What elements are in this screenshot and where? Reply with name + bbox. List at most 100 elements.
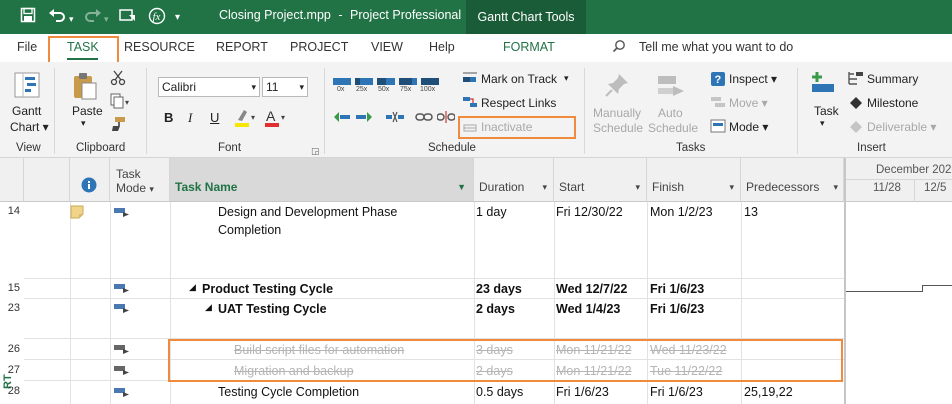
copy-icon[interactable]: ▾ bbox=[110, 93, 132, 112]
tab-format[interactable]: FORMAT bbox=[503, 40, 555, 54]
paste-dropdown-icon: ▾ bbox=[81, 118, 86, 128]
timescale-week-1: 11/28 bbox=[873, 182, 901, 194]
finish-cell: Fri 1/6/23 bbox=[650, 385, 703, 399]
task-name-line1: Design and Development Phase bbox=[218, 205, 398, 219]
indent-icon[interactable] bbox=[355, 110, 373, 127]
task-name: UAT Testing Cycle bbox=[218, 302, 327, 316]
font-dialog-launcher-icon[interactable]: ◲ bbox=[311, 146, 320, 157]
column-header-task-mode[interactable]: Task Mode ▾ bbox=[110, 158, 170, 202]
group-separator bbox=[324, 68, 325, 154]
timescale-tick bbox=[914, 179, 915, 202]
gantt-chart-area[interactable] bbox=[844, 202, 952, 404]
table-row[interactable]: 14 Design and Development Phase Completi… bbox=[8, 202, 844, 279]
finish-cell: Fri 1/6/23 bbox=[650, 282, 705, 296]
gantt-timescale: December 202 11/28 12/5 bbox=[844, 158, 952, 202]
paste-label: Paste bbox=[72, 104, 103, 118]
percent-100-button[interactable]: 100x bbox=[420, 86, 435, 93]
formula-icon[interactable]: fx bbox=[148, 7, 166, 30]
font-name-select[interactable]: Calibri ▾ bbox=[158, 77, 260, 97]
save-icon[interactable] bbox=[20, 7, 36, 28]
predecessors-dropdown-icon: ▾ bbox=[833, 182, 838, 192]
split-task-icon[interactable] bbox=[386, 110, 404, 127]
column-header-indicators[interactable] bbox=[70, 158, 110, 202]
group-label-view: View bbox=[16, 142, 41, 154]
column-header-finish[interactable]: Finish ▾ bbox=[647, 158, 741, 202]
tab-resource[interactable]: RESOURCE bbox=[124, 40, 195, 54]
bold-button[interactable]: B bbox=[164, 110, 173, 125]
select-all-corner[interactable] bbox=[0, 158, 24, 202]
tab-help[interactable]: Help bbox=[429, 40, 455, 54]
column-header-predecessors[interactable]: Predecessors ▾ bbox=[741, 158, 844, 202]
group-separator bbox=[146, 68, 147, 154]
percent-25-button[interactable]: 25x bbox=[356, 86, 367, 93]
outdent-icon[interactable] bbox=[333, 110, 351, 127]
touch-mode-icon[interactable] bbox=[119, 7, 137, 28]
highlight-color-icon[interactable]: ▾ bbox=[234, 108, 258, 131]
svg-text:▾: ▾ bbox=[251, 113, 255, 122]
auto-schedule-label-line2: Schedule bbox=[648, 121, 699, 135]
auto-schedule-icon bbox=[657, 72, 685, 101]
tab-project[interactable]: PROJECT bbox=[290, 40, 348, 54]
column-header-row-id bbox=[24, 158, 70, 202]
move-icon bbox=[710, 95, 726, 112]
auto-schedule-label-line1: Auto bbox=[658, 106, 683, 120]
font-size-dropdown-icon: ▾ bbox=[299, 82, 304, 92]
percent-0-button[interactable]: 0x bbox=[337, 86, 344, 93]
svg-text:▾: ▾ bbox=[125, 98, 129, 107]
mark-on-track-dropdown-icon: ▾ bbox=[564, 73, 569, 83]
collapse-icon[interactable]: ◢ bbox=[205, 302, 212, 313]
collapse-icon[interactable]: ◢ bbox=[189, 282, 196, 293]
ribbon: Gantt Chart ▾ View Paste ▾ ▾ Clipboard C… bbox=[0, 62, 952, 158]
deliverable-label: Deliverable ▾ bbox=[867, 120, 937, 134]
column-header-start[interactable]: Start ▾ bbox=[554, 158, 647, 202]
font-size-select[interactable]: 11 ▾ bbox=[262, 77, 308, 97]
link-tasks-icon[interactable] bbox=[415, 110, 433, 127]
customize-qat-icon[interactable]: ▾ bbox=[175, 9, 180, 27]
svg-text:▾: ▾ bbox=[281, 113, 285, 122]
title-bar: ▾ ▾ fx ▾ Closing Project.mpp - Project P… bbox=[0, 0, 952, 34]
group-label-insert: Insert bbox=[857, 142, 886, 154]
table-row[interactable]: 15 ◢ Product Testing Cycle 23 days Wed 1… bbox=[8, 279, 844, 299]
group-separator bbox=[54, 68, 55, 154]
row-id: 26 bbox=[7, 343, 20, 355]
gantt-chart-label-line2: Chart ▾ bbox=[10, 120, 49, 134]
timescale-week-2: 12/5 bbox=[924, 182, 947, 194]
percent-50-button[interactable]: 50x bbox=[378, 86, 389, 93]
auto-scheduled-icon bbox=[114, 283, 130, 294]
underline-button[interactable]: U bbox=[210, 110, 219, 125]
inspect-icon: ? bbox=[710, 71, 726, 90]
start-cell: Fri 1/6/23 bbox=[556, 385, 609, 399]
font-name-dropdown-icon: ▾ bbox=[251, 82, 256, 92]
font-color-icon[interactable]: A ▾ bbox=[264, 108, 288, 131]
auto-scheduled-icon bbox=[114, 344, 130, 355]
milestone-label: Milestone bbox=[867, 96, 919, 110]
italic-button[interactable]: I bbox=[188, 110, 192, 126]
predecessors-cell: 25,19,22 bbox=[744, 385, 793, 399]
summary-icon bbox=[848, 71, 864, 88]
column-header-task-name[interactable]: Task Name ▼ bbox=[170, 158, 474, 202]
undo-icon[interactable] bbox=[48, 7, 66, 28]
note-icon[interactable] bbox=[70, 205, 84, 222]
row-id: 23 bbox=[7, 302, 20, 314]
percent-75-button[interactable]: 75x bbox=[400, 86, 411, 93]
format-painter-icon[interactable] bbox=[110, 116, 126, 135]
undo-dropdown-icon[interactable]: ▾ bbox=[69, 10, 74, 28]
auto-scheduled-icon bbox=[114, 303, 130, 314]
tab-report[interactable]: REPORT bbox=[216, 40, 268, 54]
tell-me-box[interactable]: Tell me what you want to do bbox=[639, 40, 793, 54]
table-row[interactable]: 23 ◢ UAT Testing Cycle 2 days Wed 1/4/23… bbox=[8, 299, 844, 339]
insert-task-label: Task bbox=[814, 104, 839, 118]
redo-dropdown-icon: ▾ bbox=[104, 14, 109, 24]
cut-icon[interactable] bbox=[110, 70, 126, 89]
column-header-duration[interactable]: Duration ▾ bbox=[474, 158, 554, 202]
tab-view[interactable]: VIEW bbox=[371, 40, 403, 54]
milestone-icon bbox=[849, 96, 863, 113]
app-name: Project Professional bbox=[350, 8, 462, 22]
gantt-sheet: Task Mode ▾ Task Name ▼ Duration ▾ Start… bbox=[0, 158, 952, 404]
table-row[interactable]: 28 Testing Cycle Completion 0.5 days Fri… bbox=[8, 381, 844, 404]
tab-file[interactable]: File bbox=[17, 40, 37, 54]
gantt-summary-line-2 bbox=[922, 285, 952, 286]
task-name-filter-icon: ▼ bbox=[457, 182, 466, 192]
respect-links-icon bbox=[462, 95, 478, 112]
unlink-tasks-icon[interactable] bbox=[436, 110, 456, 127]
